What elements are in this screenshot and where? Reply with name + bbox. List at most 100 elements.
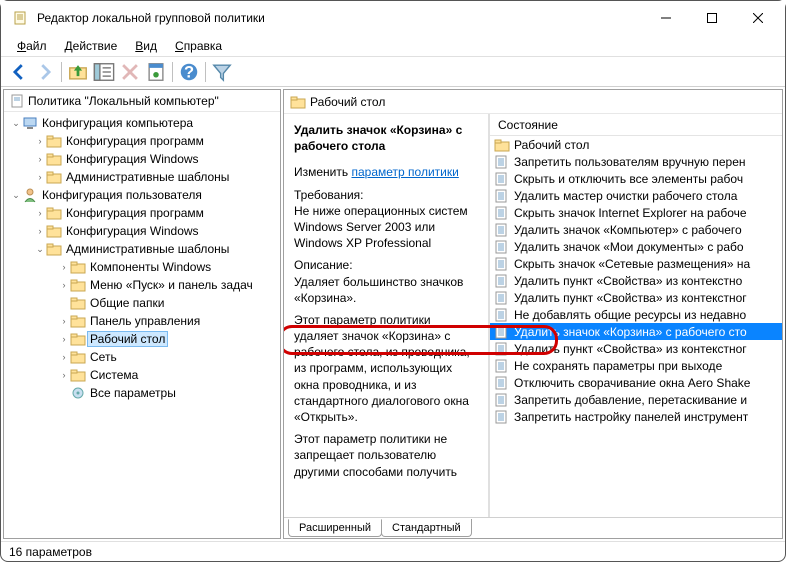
- policy-icon: [494, 341, 510, 357]
- tab-extended[interactable]: Расширенный: [288, 519, 382, 537]
- app-icon: [13, 10, 29, 26]
- tree-node-desktop[interactable]: ›Рабочий стол: [4, 330, 280, 348]
- tree-node[interactable]: ›Компоненты Windows: [4, 258, 280, 276]
- list-item[interactable]: Запретить настройку панелей инструмент: [490, 408, 782, 425]
- list-body[interactable]: Рабочий столЗапретить пользователям вруч…: [490, 136, 782, 425]
- list-item-label: Скрыть и отключить все элементы рабоч: [514, 172, 743, 186]
- filter-button[interactable]: [210, 60, 234, 84]
- right-pane-body: Удалить значок «Корзина» с рабочего стол…: [284, 114, 782, 518]
- folder-icon: [46, 223, 62, 239]
- list-item-label: Скрыть значок Internet Explorer на рабоч…: [514, 206, 747, 220]
- description: Описание: Удаляет большинство значков «К…: [294, 257, 478, 306]
- user-icon: [22, 187, 38, 203]
- titlebar: Редактор локальной групповой политики: [1, 1, 785, 35]
- tree-node-computer-cfg[interactable]: ⌄Конфигурация компьютера: [4, 114, 280, 132]
- status-text: 16 параметров: [9, 545, 92, 559]
- policy-icon: [494, 222, 510, 238]
- right-pane-header: Рабочий стол: [284, 90, 782, 114]
- tree-node-user-cfg[interactable]: ⌄Конфигурация пользователя: [4, 186, 280, 204]
- list-item[interactable]: Запретить пользователям вручную перен: [490, 153, 782, 170]
- folder-icon: [70, 349, 86, 365]
- policy-icon: [494, 273, 510, 289]
- policy-icon: [494, 409, 510, 425]
- svg-text:?: ?: [184, 63, 194, 81]
- list-item[interactable]: Удалить пункт «Свойства» из контекстног: [490, 340, 782, 357]
- tree-node[interactable]: ›Конфигурация Windows: [4, 150, 280, 168]
- help-button[interactable]: ?: [177, 60, 201, 84]
- list-item[interactable]: Удалить пункт «Свойства» из контекстно: [490, 272, 782, 289]
- menu-action[interactable]: Действие: [57, 37, 126, 55]
- toolbar-separator: [205, 62, 206, 82]
- list-item-label: Удалить мастер очистки рабочего стола: [514, 189, 737, 203]
- tree-node[interactable]: ›Система: [4, 366, 280, 384]
- folder-icon: [494, 137, 510, 153]
- list-item-label: Удалить значок «Корзина» с рабочего сто: [514, 325, 747, 339]
- maximize-button[interactable]: [689, 3, 735, 33]
- list-column-header[interactable]: Состояние: [490, 114, 782, 136]
- toolbar: ?: [1, 57, 785, 87]
- minimize-button[interactable]: [643, 3, 689, 33]
- up-button[interactable]: [66, 60, 90, 84]
- tree-body[interactable]: ⌄Конфигурация компьютера ›Конфигурация п…: [4, 112, 280, 538]
- tree-node[interactable]: ›Конфигурация Windows: [4, 222, 280, 240]
- show-hide-button[interactable]: [92, 60, 116, 84]
- policy-icon: [494, 256, 510, 272]
- window-title: Редактор локальной групповой политики: [37, 11, 643, 25]
- folder-icon: [46, 151, 62, 167]
- tree-node[interactable]: ›Панель управления: [4, 312, 280, 330]
- menu-view[interactable]: Вид: [127, 37, 165, 55]
- description-para2: Этот параметр политики не запрещает поль…: [294, 431, 478, 480]
- list-item[interactable]: Удалить мастер очистки рабочего стола: [490, 187, 782, 204]
- tree-node-admin-templates[interactable]: ⌄Административные шаблоны: [4, 240, 280, 258]
- policy-list: Состояние Рабочий столЗапретить пользова…: [490, 114, 782, 518]
- policy-icon: [494, 290, 510, 306]
- list-item[interactable]: Скрыть значок «Сетевые размещения» на: [490, 255, 782, 272]
- folder-icon: [290, 94, 306, 110]
- list-item-folder[interactable]: Рабочий стол: [490, 136, 782, 153]
- list-item[interactable]: Не сохранять параметры при выходе: [490, 357, 782, 374]
- view-tabs: Расширенный Стандартный: [284, 517, 782, 537]
- description-para1: Этот параметр политики удаляет значок «К…: [294, 312, 478, 425]
- settings-icon: [70, 385, 86, 401]
- tab-standard[interactable]: Стандартный: [381, 519, 472, 537]
- tree-node[interactable]: ›Конфигурация программ: [4, 132, 280, 150]
- folder-icon: [70, 295, 86, 311]
- status-bar: 16 параметров: [1, 541, 785, 561]
- list-item-label: Запретить настройку панелей инструмент: [514, 410, 748, 424]
- edit-policy-link[interactable]: параметр политики: [351, 165, 458, 179]
- menu-file[interactable]: ФФайлайл: [9, 37, 55, 55]
- menu-help[interactable]: Справка: [167, 37, 230, 55]
- list-item[interactable]: Скрыть и отключить все элементы рабоч: [490, 170, 782, 187]
- tree-node[interactable]: ›Административные шаблоны: [4, 168, 280, 186]
- delete-button[interactable]: [118, 60, 142, 84]
- policy-icon: [494, 324, 510, 340]
- folder-icon: [46, 205, 62, 221]
- policy-icon: [494, 154, 510, 170]
- properties-button[interactable]: [144, 60, 168, 84]
- list-item-label: Скрыть значок «Сетевые размещения» на: [514, 257, 750, 271]
- folder-icon: [46, 169, 62, 185]
- list-item[interactable]: Скрыть значок Internet Explorer на рабоч…: [490, 204, 782, 221]
- menubar: ФФайлайл Действие Вид Справка: [1, 35, 785, 57]
- tree-header[interactable]: Политика "Локальный компьютер": [4, 90, 280, 112]
- list-item[interactable]: Удалить значок «Корзина» с рабочего сто: [490, 323, 782, 340]
- list-item[interactable]: Удалить значок «Мои документы» с рабо: [490, 238, 782, 255]
- list-item[interactable]: Удалить значок «Компьютер» с рабочего: [490, 221, 782, 238]
- tree-node[interactable]: ›Общие папки: [4, 294, 280, 312]
- list-item[interactable]: Отключить сворачивание окна Aero Shake: [490, 374, 782, 391]
- policy-icon: [494, 358, 510, 374]
- list-item-label: Удалить пункт «Свойства» из контекстног: [514, 342, 747, 356]
- right-pane: Рабочий стол Удалить значок «Корзина» с …: [283, 89, 783, 539]
- forward-button[interactable]: [33, 60, 57, 84]
- tree-node-all-params[interactable]: ›Все параметры: [4, 384, 280, 402]
- list-item-label: Не сохранять параметры при выходе: [514, 359, 722, 373]
- list-item[interactable]: Не добавлять общие ресурсы из недавно: [490, 306, 782, 323]
- list-item-label: Запретить добавление, перетаскивание и: [514, 393, 747, 407]
- close-button[interactable]: [735, 3, 781, 33]
- back-button[interactable]: [7, 60, 31, 84]
- tree-node[interactable]: ›Конфигурация программ: [4, 204, 280, 222]
- tree-node[interactable]: ›Меню «Пуск» и панель задач: [4, 276, 280, 294]
- tree-node[interactable]: ›Сеть: [4, 348, 280, 366]
- list-item[interactable]: Запретить добавление, перетаскивание и: [490, 391, 782, 408]
- list-item[interactable]: Удалить пункт «Свойства» из контекстног: [490, 289, 782, 306]
